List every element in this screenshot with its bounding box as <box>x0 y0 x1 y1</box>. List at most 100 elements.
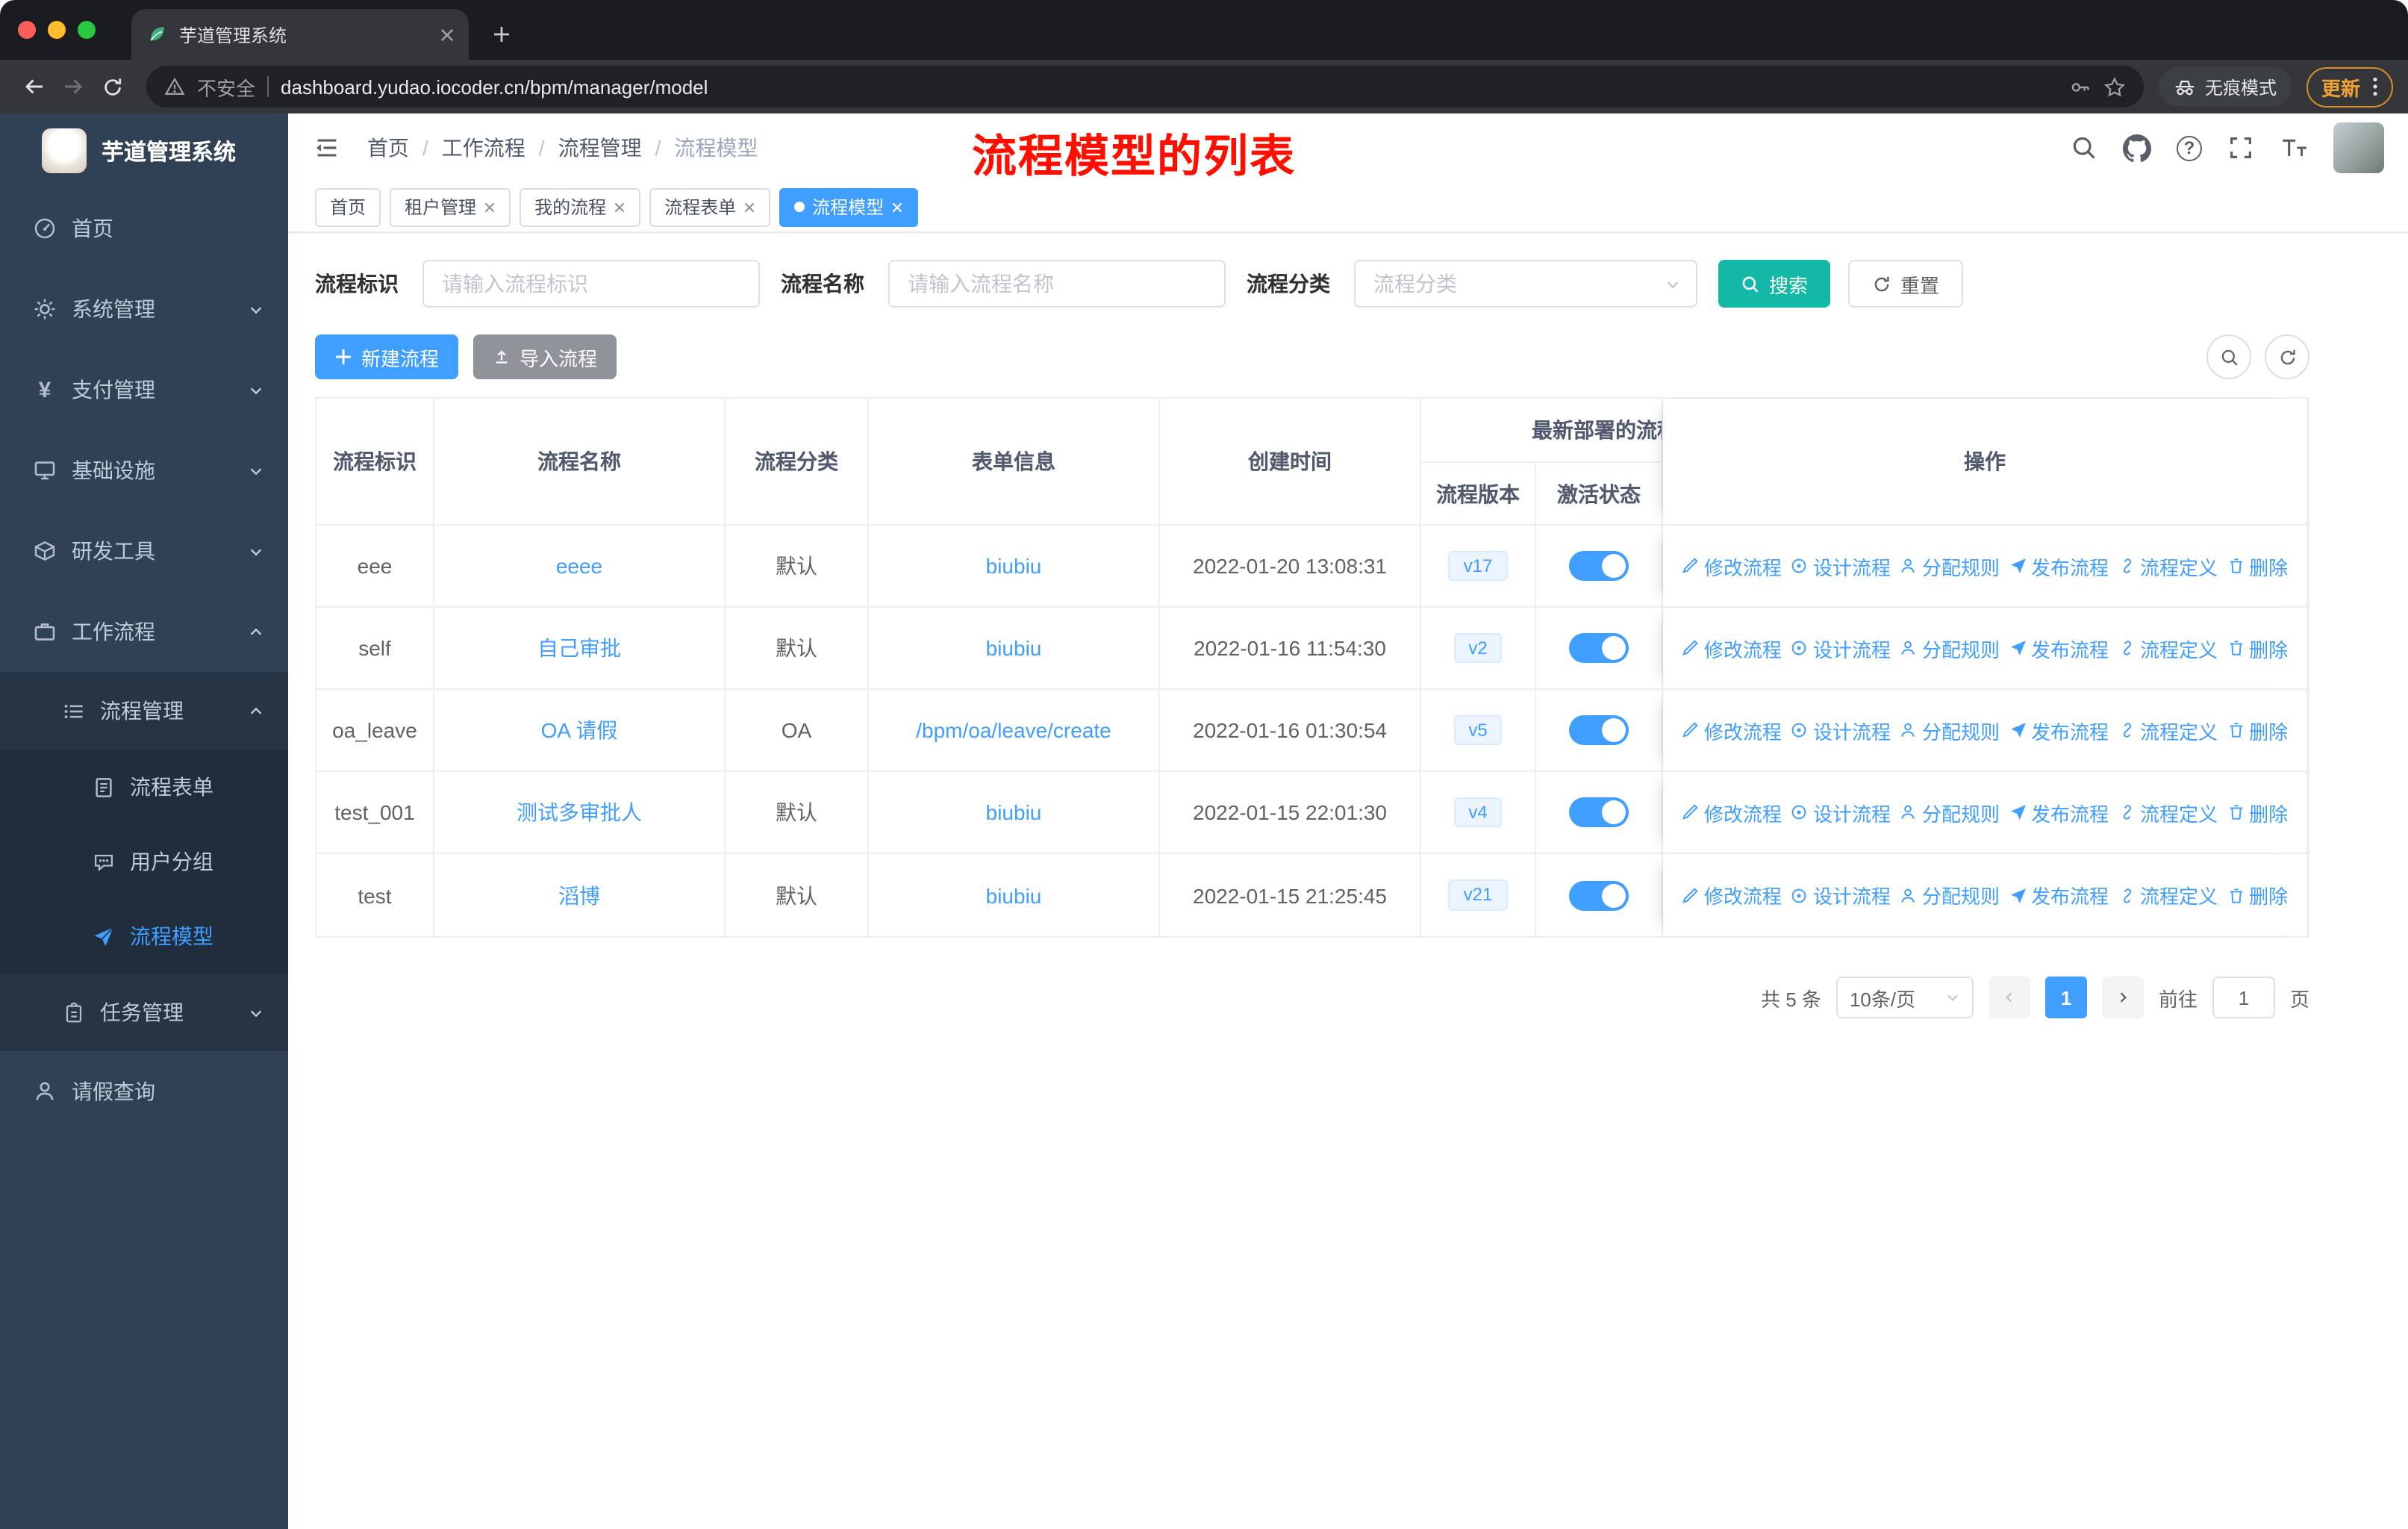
close-icon[interactable] <box>891 201 903 213</box>
sidebar-item-workflow[interactable]: 工作流程 <box>0 591 288 672</box>
prev-page-button[interactable] <box>1988 977 2030 1018</box>
page-number-button[interactable]: 1 <box>2044 977 2087 1018</box>
modify-process-link[interactable]: 修改流程 <box>1682 798 1782 826</box>
delete-link[interactable]: 删除 <box>2227 552 2288 580</box>
browser-tab[interactable]: 芋道管理系统 <box>131 9 469 60</box>
breadcrumb-item-workflow[interactable]: 工作流程 <box>442 133 525 163</box>
window-minimize-button[interactable] <box>48 21 66 39</box>
sidebar-item-leave-query[interactable]: 请假查询 <box>0 1051 288 1132</box>
github-icon[interactable] <box>2123 134 2151 162</box>
update-button[interactable]: 更新 <box>2306 66 2393 107</box>
search-icon[interactable] <box>2071 134 2097 161</box>
app-logo[interactable]: 芋道管理系统 <box>0 113 288 188</box>
delete-link[interactable]: 删除 <box>2227 881 2288 909</box>
tag-process-form[interactable]: 流程表单 <box>649 187 771 226</box>
active-toggle[interactable] <box>1569 797 1629 827</box>
help-icon[interactable]: ? <box>2177 135 2202 161</box>
browser-menu-icon[interactable] <box>2372 76 2378 97</box>
process-category-select[interactable]: 流程分类 <box>1354 260 1697 308</box>
design-process-link[interactable]: 设计流程 <box>1791 634 1891 662</box>
sidebar-item-process-model[interactable]: 流程模型 <box>0 899 288 974</box>
active-toggle[interactable] <box>1569 633 1629 663</box>
process-name-link[interactable]: 自己审批 <box>537 633 621 663</box>
breadcrumb-item-process-management[interactable]: 流程管理 <box>558 133 642 163</box>
process-name-link[interactable]: 测试多审批人 <box>517 797 642 827</box>
assign-rule-link[interactable]: 分配规则 <box>1900 552 2000 580</box>
process-definition-link[interactable]: 流程定义 <box>2118 552 2218 580</box>
form-info-link[interactable]: biubiu <box>986 883 1042 907</box>
process-name-link[interactable]: 滔博 <box>558 880 600 910</box>
window-zoom-button[interactable] <box>78 21 96 39</box>
sidebar-item-user-group[interactable]: 用户分组 <box>0 824 288 899</box>
breadcrumb-item-home[interactable]: 首页 <box>367 133 409 163</box>
next-page-button[interactable] <box>2101 977 2144 1018</box>
process-definition-link[interactable]: 流程定义 <box>2118 716 2218 744</box>
active-toggle[interactable] <box>1569 880 1629 910</box>
assign-rule-link[interactable]: 分配规则 <box>1900 881 2000 909</box>
process-definition-link[interactable]: 流程定义 <box>2118 634 2218 662</box>
tag-my-process[interactable]: 我的流程 <box>520 187 641 226</box>
window-close-button[interactable] <box>18 21 36 39</box>
form-info-link[interactable]: biubiu <box>986 554 1042 578</box>
sidebar-item-process-form[interactable]: 流程表单 <box>0 750 288 824</box>
toggle-search-button[interactable] <box>2206 334 2251 379</box>
search-button[interactable]: 搜索 <box>1718 260 1831 308</box>
sidebar-item-task-management[interactable]: 任务管理 <box>0 974 288 1051</box>
modify-process-link[interactable]: 修改流程 <box>1682 552 1782 580</box>
tag-home[interactable]: 首页 <box>315 187 381 226</box>
process-definition-link[interactable]: 流程定义 <box>2118 881 2218 909</box>
fullscreen-icon[interactable] <box>2227 134 2254 161</box>
goto-page-input[interactable] <box>2212 977 2275 1018</box>
reload-button[interactable] <box>93 67 131 106</box>
design-process-link[interactable]: 设计流程 <box>1791 798 1891 826</box>
close-icon[interactable] <box>484 201 496 213</box>
close-icon[interactable] <box>743 201 755 213</box>
sidebar-item-process-management[interactable]: 流程管理 <box>0 672 288 750</box>
active-toggle[interactable] <box>1569 551 1629 581</box>
publish-process-link[interactable]: 发布流程 <box>2009 634 2109 662</box>
assign-rule-link[interactable]: 分配规则 <box>1900 634 2000 662</box>
new-tab-button[interactable] <box>481 13 523 55</box>
active-toggle[interactable] <box>1569 715 1629 745</box>
sidebar-item-infrastructure[interactable]: 基础设施 <box>0 430 288 511</box>
process-definition-link[interactable]: 流程定义 <box>2118 798 2218 826</box>
modify-process-link[interactable]: 修改流程 <box>1682 881 1782 909</box>
process-name-link[interactable]: eeee <box>556 554 602 578</box>
sidebar-item-home[interactable]: 首页 <box>0 188 288 269</box>
publish-process-link[interactable]: 发布流程 <box>2009 881 2109 909</box>
process-id-input[interactable] <box>422 260 760 308</box>
sidebar-fold-icon[interactable] <box>314 134 340 161</box>
tab-close-icon[interactable] <box>440 28 454 41</box>
bookmark-star-icon[interactable] <box>2103 75 2126 98</box>
forward-button[interactable] <box>54 67 93 106</box>
modify-process-link[interactable]: 修改流程 <box>1682 634 1782 662</box>
sidebar-item-system[interactable]: 系统管理 <box>0 269 288 349</box>
publish-process-link[interactable]: 发布流程 <box>2009 552 2109 580</box>
font-size-icon[interactable] <box>2280 134 2308 161</box>
sidebar-item-dev-tools[interactable]: 研发工具 <box>0 511 288 591</box>
delete-link[interactable]: 删除 <box>2227 716 2288 744</box>
page-size-select[interactable]: 10条/页 <box>1835 977 1974 1018</box>
back-button[interactable] <box>15 67 54 106</box>
tag-tenant-management[interactable]: 租户管理 <box>390 187 511 226</box>
form-info-link[interactable]: /bpm/oa/leave/create <box>916 718 1111 742</box>
process-name-link[interactable]: OA 请假 <box>541 715 618 745</box>
assign-rule-link[interactable]: 分配规则 <box>1900 798 2000 826</box>
address-bar[interactable]: 不安全 dashboard.yudao.iocoder.cn/bpm/manag… <box>146 66 2144 108</box>
form-info-link[interactable]: biubiu <box>986 636 1042 660</box>
tag-process-model[interactable]: 流程模型 <box>779 187 919 226</box>
sidebar-item-payment[interactable]: ¥ 支付管理 <box>0 349 288 430</box>
reset-button[interactable]: 重置 <box>1848 260 1964 308</box>
form-info-link[interactable]: biubiu <box>986 800 1042 824</box>
password-key-icon[interactable] <box>2069 75 2092 98</box>
design-process-link[interactable]: 设计流程 <box>1791 552 1891 580</box>
delete-link[interactable]: 删除 <box>2227 798 2288 826</box>
assign-rule-link[interactable]: 分配规则 <box>1900 716 2000 744</box>
import-process-button[interactable]: 导入流程 <box>473 334 617 379</box>
close-icon[interactable] <box>614 201 626 213</box>
create-process-button[interactable]: 新建流程 <box>315 334 459 379</box>
modify-process-link[interactable]: 修改流程 <box>1682 716 1782 744</box>
delete-link[interactable]: 删除 <box>2227 634 2288 662</box>
publish-process-link[interactable]: 发布流程 <box>2009 716 2109 744</box>
design-process-link[interactable]: 设计流程 <box>1791 881 1891 909</box>
